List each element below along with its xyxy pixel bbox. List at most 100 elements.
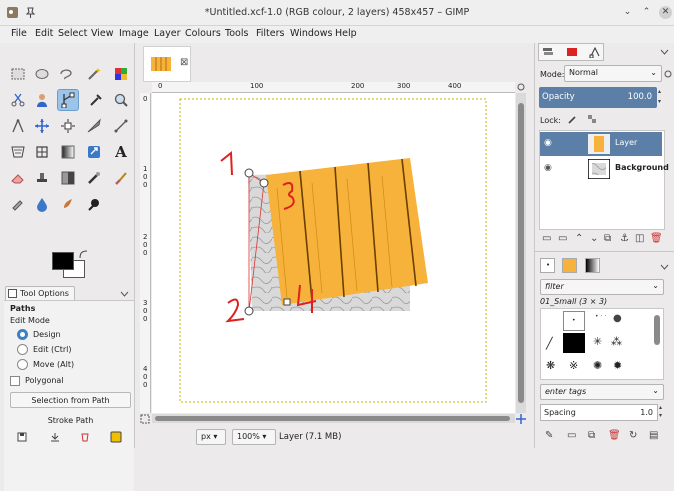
path-anchor[interactable] xyxy=(244,168,254,178)
spacing-spinner[interactable]: ▴ ▾ xyxy=(659,404,667,421)
delete-options-icon[interactable] xyxy=(80,432,90,442)
paths-tool[interactable] xyxy=(57,89,79,111)
brush-scroll-thumb[interactable] xyxy=(654,315,660,345)
fuzzy-select-tool[interactable] xyxy=(83,63,105,85)
dock-menu-icon[interactable] xyxy=(660,47,669,56)
paintbrush-tool[interactable] xyxy=(110,167,132,189)
free-select-tool[interactable] xyxy=(55,63,77,85)
anchor-layer-icon[interactable]: ⚓ xyxy=(620,233,629,244)
reset-mode-icon[interactable] xyxy=(664,70,672,78)
minimize-icon[interactable]: ⌄ xyxy=(621,6,634,19)
mode-design-radio[interactable] xyxy=(17,329,28,340)
maximize-icon[interactable]: ⌃ xyxy=(640,6,653,19)
edit-brush-icon[interactable]: ✎ xyxy=(545,430,553,441)
menu-help[interactable]: Help xyxy=(335,28,357,39)
brush-item[interactable]: • · · xyxy=(595,313,606,320)
opacity-slider[interactable]: Opacity 100.0 xyxy=(539,87,657,108)
zoom-fit-icon[interactable] xyxy=(517,83,526,92)
vertical-scrollbar[interactable] xyxy=(516,93,526,413)
eye-icon[interactable]: ◉ xyxy=(544,163,552,173)
lower-layer-icon[interactable]: ⌄ xyxy=(590,233,598,244)
brush-item[interactable]: ✳ xyxy=(593,335,602,348)
eraser-tool[interactable] xyxy=(7,167,29,189)
lock-alpha-icon[interactable] xyxy=(587,114,598,125)
menu-view[interactable]: View xyxy=(91,28,114,39)
perspective-tool[interactable] xyxy=(7,141,29,163)
scissors-tool[interactable] xyxy=(7,89,29,111)
duplicate-brush-icon[interactable]: ⧉ xyxy=(588,430,595,441)
gradients-tab[interactable] xyxy=(585,258,600,273)
save-options-icon[interactable] xyxy=(17,432,27,442)
brush-block[interactable] xyxy=(563,333,585,353)
delete-layer-icon[interactable]: 🗑 xyxy=(650,233,663,244)
layers-tab-icon[interactable] xyxy=(542,46,554,58)
raise-layer-icon[interactable]: ⌃ xyxy=(575,233,583,244)
brush-grid[interactable]: • • · · ● ╱ ✳ ⁂ ❋ ※ ✺ ✹ xyxy=(540,308,664,380)
new-group-icon[interactable]: ▭ xyxy=(558,233,567,244)
spacing-slider[interactable]: Spacing 1.0 xyxy=(540,404,658,421)
menu-select[interactable]: Select xyxy=(58,28,87,39)
cage-tool[interactable] xyxy=(31,141,53,163)
foreground-select-tool[interactable] xyxy=(31,89,53,111)
new-layer-icon[interactable]: ▭ xyxy=(542,233,551,244)
brush-item[interactable]: ╱ xyxy=(546,337,553,350)
menu-edit[interactable]: Edit xyxy=(35,28,53,39)
blend-tool[interactable] xyxy=(57,167,79,189)
mode-edit-radio[interactable] xyxy=(17,344,28,355)
unit-select[interactable]: px ▾ xyxy=(196,429,226,445)
new-brush-icon[interactable]: ▭ xyxy=(567,430,576,441)
brush-item[interactable]: ※ xyxy=(569,359,578,372)
paths-tab-icon[interactable] xyxy=(589,46,601,58)
ellipse-select-tool[interactable] xyxy=(31,63,53,85)
restore-options-icon[interactable] xyxy=(50,432,60,442)
brush-small-selected[interactable]: • xyxy=(563,311,585,331)
align-tool[interactable] xyxy=(57,115,79,137)
bucket-fill-tool[interactable] xyxy=(57,141,79,163)
selection-from-path-button[interactable]: Selection from Path xyxy=(10,392,131,408)
ink-tool[interactable] xyxy=(31,167,53,189)
brush-item[interactable]: ● xyxy=(613,313,622,324)
rect-select-tool[interactable] xyxy=(7,63,29,85)
layer-row-background[interactable]: ◉ Background xyxy=(540,157,669,181)
image-canvas[interactable] xyxy=(152,93,515,413)
menu-file[interactable]: File xyxy=(11,28,27,39)
stroke-path-button[interactable]: Stroke Path xyxy=(10,412,131,428)
mask-icon[interactable]: ◫ xyxy=(635,233,644,244)
zoom-select[interactable]: 100% ▾ xyxy=(232,429,276,445)
menu-windows[interactable]: Windows xyxy=(290,28,332,39)
mode-select[interactable]: Normal ⌄ xyxy=(564,65,662,82)
menu-image[interactable]: Image xyxy=(119,28,149,39)
delete-brush-icon[interactable]: 🗑 xyxy=(608,430,621,441)
quick-mask-icon[interactable] xyxy=(140,414,150,424)
menu-tools[interactable]: Tools xyxy=(225,28,248,39)
unified-transform-tool[interactable] xyxy=(110,115,132,137)
refresh-brushes-icon[interactable]: ↻ xyxy=(629,430,637,441)
horizontal-scrollbar[interactable] xyxy=(152,414,515,423)
select-by-color-tool[interactable] xyxy=(110,63,132,85)
smudge-tool[interactable] xyxy=(57,193,79,215)
mode-move-radio[interactable] xyxy=(17,359,28,370)
eye-icon[interactable]: ◉ xyxy=(544,138,552,148)
path-anchor[interactable] xyxy=(244,306,254,316)
navigate-icon[interactable] xyxy=(516,414,526,424)
path-anchor[interactable] xyxy=(259,178,269,188)
image-tab[interactable]: ⊠ xyxy=(143,46,191,82)
brush-item[interactable]: ✺ xyxy=(593,359,602,372)
lock-pixels-icon[interactable] xyxy=(567,114,578,125)
move-tool[interactable] xyxy=(31,115,53,137)
menu-colours[interactable]: Colours xyxy=(185,28,221,39)
reset-options-icon[interactable] xyxy=(110,431,122,443)
layer-row-layer[interactable]: ◉ Layer xyxy=(540,132,662,156)
brush-item[interactable]: ⁂ xyxy=(611,335,622,348)
duplicate-layer-icon[interactable]: ⧉ xyxy=(604,233,611,244)
dodge-burn-tool[interactable] xyxy=(83,193,105,215)
swap-colors-icon[interactable] xyxy=(79,250,88,259)
path-anchor[interactable] xyxy=(283,298,291,306)
clone-tool[interactable] xyxy=(7,193,29,215)
panel-menu-icon[interactable] xyxy=(120,289,129,298)
foreground-color-swatch[interactable] xyxy=(52,252,74,270)
menu-layer[interactable]: Layer xyxy=(154,28,181,39)
menu-filters[interactable]: Filters xyxy=(256,28,284,39)
heal-tool[interactable] xyxy=(83,167,105,189)
polygonal-checkbox[interactable] xyxy=(10,376,20,386)
